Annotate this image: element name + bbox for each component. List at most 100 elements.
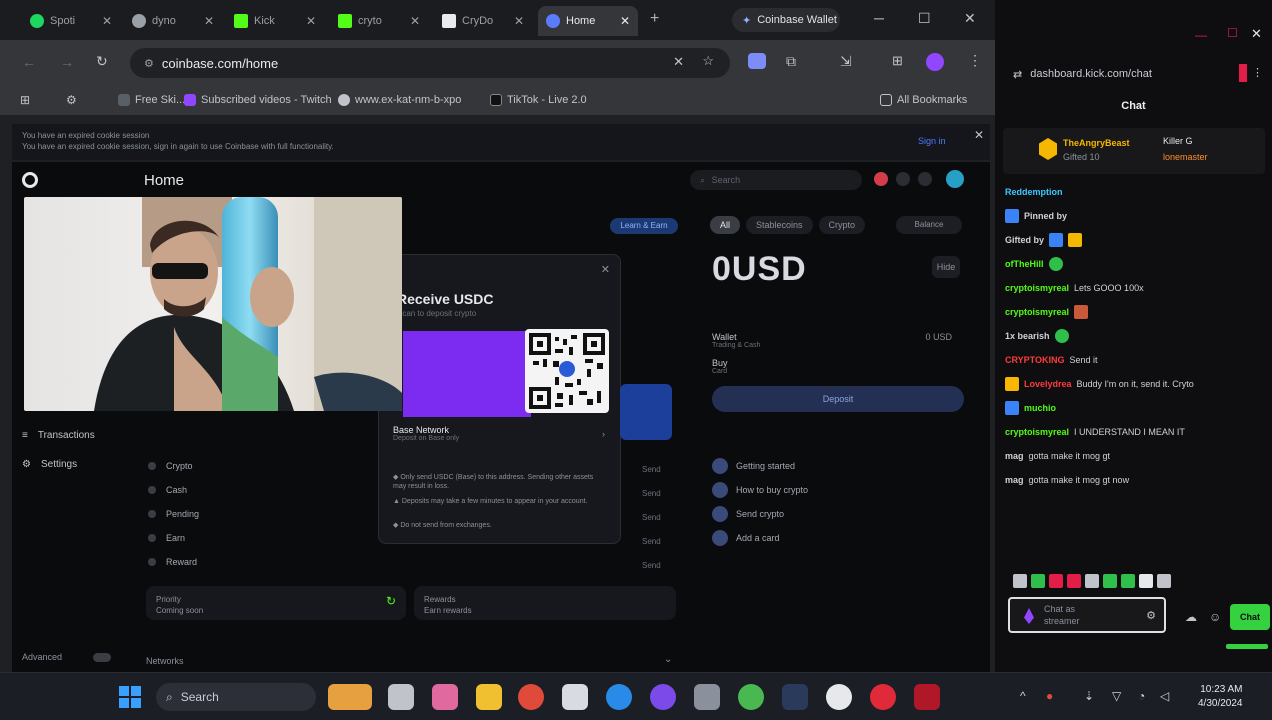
list-item[interactable]: How to buy crypto bbox=[712, 478, 808, 502]
chrome-icon[interactable] bbox=[518, 684, 544, 710]
emote-icon[interactable] bbox=[1103, 574, 1117, 588]
tab-kick[interactable]: Kick ✕ bbox=[226, 6, 324, 36]
close-icon[interactable]: ✕ bbox=[974, 129, 984, 141]
tab-kick-crypto[interactable]: cryto ✕ bbox=[330, 6, 428, 36]
chat-user[interactable]: muchio bbox=[1024, 403, 1056, 413]
network-select[interactable]: Base Network Deposit on Base only › bbox=[393, 425, 609, 455]
pinned-gift[interactable]: TheAngryBeast Gifted 10 Killer G lonemas… bbox=[1003, 128, 1265, 174]
toggle-switch[interactable] bbox=[92, 653, 111, 663]
close-icon[interactable]: ✕ bbox=[204, 14, 214, 28]
chat-user[interactable]: Lovelydrea bbox=[1024, 379, 1072, 389]
emote-icon[interactable] bbox=[1085, 574, 1099, 588]
new-tab-button[interactable]: + bbox=[650, 10, 659, 28]
avatar[interactable] bbox=[926, 53, 944, 71]
close-window-button[interactable]: ✕ bbox=[964, 10, 976, 27]
bookmark-item[interactable]: TikTok - Live 2.0 bbox=[490, 94, 587, 106]
gear-icon[interactable]: ⚙ bbox=[1146, 609, 1156, 622]
chevron-up-icon[interactable]: ^ bbox=[1020, 689, 1026, 703]
chat-user[interactable]: 1x bearish bbox=[1005, 331, 1050, 341]
menu-icon[interactable]: ⋮ bbox=[1252, 66, 1263, 79]
chat-user[interactable]: Pinned by bbox=[1024, 211, 1067, 221]
priority-card[interactable]: Priority Coming soon ↻ bbox=[146, 586, 406, 620]
site-info-icon[interactable]: ⚙ bbox=[144, 57, 154, 70]
volume-icon[interactable]: ◁ bbox=[1160, 689, 1169, 703]
emote-icon[interactable] bbox=[1067, 574, 1081, 588]
steam-icon[interactable] bbox=[782, 684, 808, 710]
app-icon[interactable] bbox=[870, 684, 896, 710]
list-item[interactable]: Reward bbox=[148, 550, 199, 574]
chat-user[interactable]: CRYPTOKING bbox=[1005, 355, 1065, 365]
forward-icon[interactable]: → bbox=[60, 54, 74, 70]
obs-icon[interactable] bbox=[650, 684, 676, 710]
list-item[interactable]: Cash bbox=[148, 478, 199, 502]
all-bookmarks[interactable]: All Bookmarks bbox=[880, 94, 967, 106]
star-icon[interactable]: ☆ bbox=[702, 53, 714, 69]
edge-icon[interactable] bbox=[606, 684, 632, 710]
help-icon[interactable] bbox=[918, 172, 932, 186]
account-row[interactable]: Buy Card bbox=[712, 358, 952, 375]
list-item[interactable]: Send crypto bbox=[712, 502, 808, 526]
chat-user[interactable]: cryptoismyreal bbox=[1005, 283, 1069, 293]
deposit-button[interactable]: Deposit bbox=[712, 386, 964, 412]
widget-icon[interactable] bbox=[328, 684, 372, 710]
puzzle-icon[interactable]: ⧉ bbox=[786, 53, 796, 70]
promo-badge[interactable]: Learn & Earn bbox=[610, 218, 678, 234]
tab-spotify[interactable]: Spoti ✕ bbox=[22, 6, 120, 36]
promo-card[interactable] bbox=[620, 384, 672, 440]
chat-input[interactable]: Chat as streamer ⚙ bbox=[1008, 597, 1166, 633]
hide-balance-button[interactable]: Hide bbox=[932, 256, 960, 278]
list-item[interactable]: Crypto bbox=[148, 454, 199, 478]
account-row[interactable]: Wallet Trading & Cash 0 USD bbox=[712, 332, 952, 349]
chat-user[interactable]: mag bbox=[1005, 475, 1024, 485]
usb-icon[interactable]: ⇣ bbox=[1084, 689, 1094, 703]
nav-item-transactions[interactable]: ≡ Transactions bbox=[22, 430, 95, 441]
bookmark-item[interactable]: Free Ski... bbox=[118, 94, 185, 106]
clock[interactable]: 10:23 AM 4/30/2024 bbox=[1198, 683, 1243, 711]
chat-user[interactable]: cryptoismyreal bbox=[1005, 427, 1069, 437]
bookmark-item[interactable]: www.ex-kat-nm-b-xpo bbox=[338, 94, 461, 106]
list-item[interactable]: Earn bbox=[148, 526, 199, 550]
chrome-icon[interactable] bbox=[738, 684, 764, 710]
back-icon[interactable]: ⇄ bbox=[1013, 68, 1022, 81]
maximize-button[interactable]: ☐ bbox=[918, 10, 931, 27]
network-icon[interactable]: ▽ bbox=[1112, 689, 1121, 703]
emoji-icon[interactable]: ☺ bbox=[1209, 610, 1221, 624]
rewards-card[interactable]: Rewards Earn rewards bbox=[414, 586, 676, 620]
coinbase-logo[interactable] bbox=[22, 172, 38, 188]
list-item[interactable]: Pending bbox=[148, 502, 199, 526]
taskbar-search[interactable]: ⌕ Search bbox=[156, 683, 316, 711]
folder-icon[interactable] bbox=[476, 684, 502, 710]
tray-app-icon[interactable]: ● bbox=[1046, 689, 1053, 703]
close-icon[interactable]: ✕ bbox=[102, 14, 112, 28]
chat-user[interactable]: Reddemption bbox=[1005, 187, 1063, 197]
tab-stablecoins[interactable]: Stablecoins bbox=[746, 216, 813, 234]
chat-send-button[interactable]: Chat bbox=[1230, 604, 1270, 630]
extension-icon[interactable] bbox=[748, 53, 766, 69]
menu-icon[interactable]: ⋮ bbox=[968, 52, 982, 69]
emote-icon[interactable] bbox=[1013, 574, 1027, 588]
emote-icon[interactable] bbox=[1139, 574, 1153, 588]
settings-icon[interactable] bbox=[694, 684, 720, 710]
apps-icon[interactable]: ⊞ bbox=[20, 93, 30, 107]
tab-home[interactable]: Home ✕ bbox=[538, 6, 638, 36]
chat-user[interactable]: ofTheHill bbox=[1005, 259, 1044, 269]
send-link[interactable]: Send bbox=[642, 530, 661, 554]
close-icon[interactable]: ✕ bbox=[410, 14, 420, 28]
emote-icon[interactable] bbox=[1049, 574, 1063, 588]
avatar[interactable] bbox=[946, 170, 964, 188]
list-item[interactable]: Getting started bbox=[712, 454, 808, 478]
send-link[interactable]: Send bbox=[642, 554, 661, 578]
sidebar-icon[interactable]: ⇲ bbox=[840, 53, 852, 70]
close-icon[interactable]: ✕ bbox=[514, 14, 524, 28]
maximize-button[interactable]: ☐ bbox=[1227, 26, 1238, 40]
app-icon[interactable] bbox=[914, 684, 940, 710]
close-icon[interactable]: ✕ bbox=[601, 263, 610, 276]
tab-crypto[interactable]: Crypto bbox=[818, 216, 866, 234]
task-view-icon[interactable] bbox=[388, 684, 414, 710]
close-icon[interactable]: ✕ bbox=[306, 14, 316, 28]
chat-user[interactable]: mag bbox=[1005, 451, 1024, 461]
send-link[interactable]: Send bbox=[642, 482, 661, 506]
chat-user[interactable]: cryptoismyreal bbox=[1005, 307, 1069, 317]
tab-crydo[interactable]: CryDo ✕ bbox=[434, 6, 532, 36]
copilot-icon[interactable] bbox=[432, 684, 458, 710]
